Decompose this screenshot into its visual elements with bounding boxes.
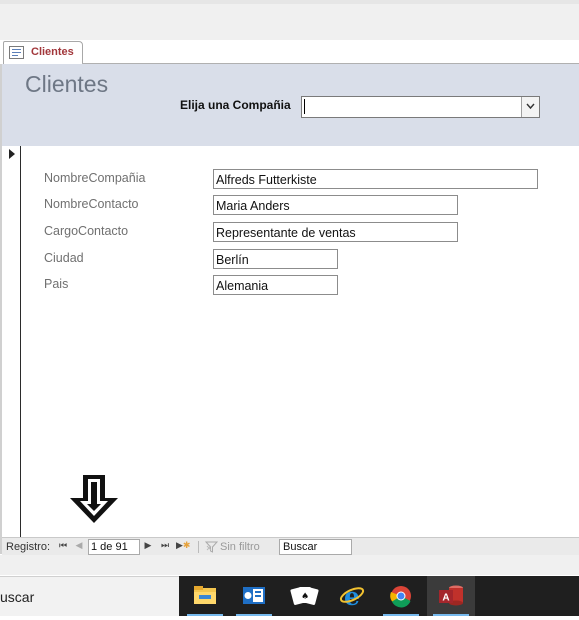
taskbar-search-box[interactable]: uscar	[0, 576, 179, 616]
current-record-field[interactable]: 1 de 91	[88, 539, 140, 555]
form-header: Clientes Elija una Compañia	[2, 64, 579, 146]
form-icon	[9, 46, 24, 59]
svg-text:A: A	[442, 593, 449, 604]
ribbon-edge	[0, 0, 579, 4]
text-cursor	[304, 99, 305, 114]
svg-text:♠: ♠	[301, 592, 309, 602]
chrome-icon[interactable]	[377, 576, 425, 616]
outlook-icon[interactable]	[230, 576, 278, 616]
form-title: Clientes	[25, 71, 109, 97]
tab-clientes[interactable]: Clientes	[3, 41, 83, 64]
filter-icon[interactable]	[205, 541, 218, 553]
nav-search-field[interactable]: Buscar	[279, 539, 352, 555]
record-selector[interactable]	[2, 146, 21, 537]
field-cargo-contacto[interactable]: Representante de ventas	[213, 222, 458, 242]
last-record-icon[interactable]: ⏭	[159, 540, 171, 553]
label-ciudad: Ciudad	[44, 251, 84, 265]
solitaire-icon[interactable]: ♠	[279, 576, 327, 616]
field-nombre-compania[interactable]: Alfreds Futterkiste	[213, 169, 538, 189]
ribbon-area	[0, 0, 579, 40]
label-cargo-contacto: CargoContacto	[44, 224, 129, 238]
internet-explorer-icon[interactable]: e	[328, 576, 376, 616]
chevron-down-icon	[526, 103, 535, 110]
nav-label: Registro:	[6, 541, 51, 553]
document-tab-row: Clientes	[0, 40, 579, 64]
filter-status[interactable]: Sin filtro	[220, 541, 260, 553]
next-record-icon[interactable]: ▶	[142, 540, 154, 553]
access-icon[interactable]: A	[427, 576, 475, 616]
combo-dropdown-button[interactable]	[521, 97, 539, 117]
label-nombre-contacto: NombreContacto	[44, 197, 139, 211]
status-area	[0, 555, 579, 575]
record-navigation-bar: Registro: ⏮ ◀ 1 de 91 ▶ ⏭ ▶✱ Sin filtro …	[2, 537, 579, 556]
file-explorer-icon[interactable]	[181, 576, 229, 616]
field-nombre-contacto[interactable]: Maria Anders	[213, 195, 458, 215]
new-record-icon[interactable]: ▶✱	[176, 540, 190, 553]
field-ciudad[interactable]: Berlín	[213, 249, 338, 269]
current-record-arrow-icon	[9, 149, 15, 159]
company-combo-label: Elija una Compañia	[180, 98, 291, 112]
taskbar-search-text: uscar	[0, 589, 35, 605]
nav-divider	[198, 541, 199, 553]
tab-label: Clientes	[31, 46, 74, 58]
label-nombre-compania: NombreCompañia	[44, 171, 146, 185]
previous-record-icon[interactable]: ◀	[73, 540, 85, 553]
company-combo[interactable]	[301, 96, 540, 118]
first-record-icon[interactable]: ⏮	[57, 540, 69, 553]
down-arrow-icon	[70, 475, 118, 523]
label-pais: Pais	[44, 277, 69, 291]
field-pais[interactable]: Alemania	[213, 275, 338, 295]
